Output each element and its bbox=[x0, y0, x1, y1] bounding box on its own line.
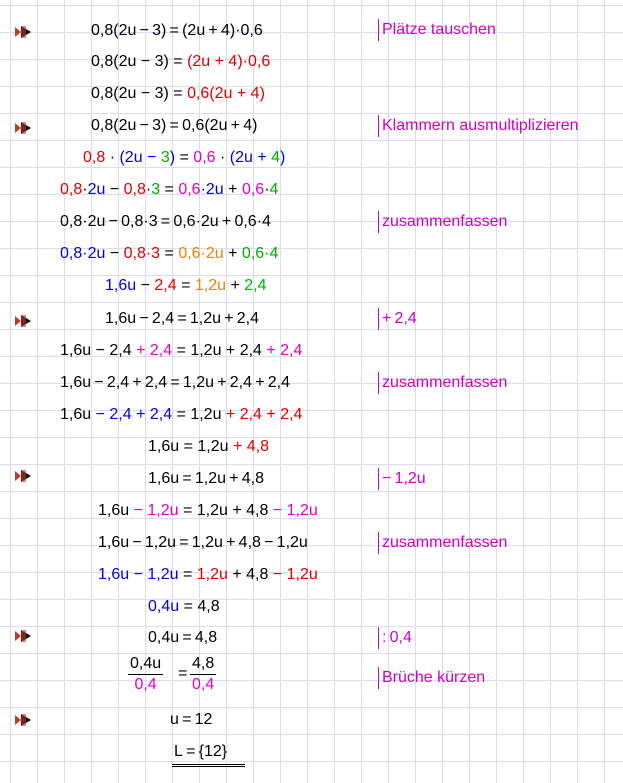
comment-minus-1-2u: − 1,2u bbox=[378, 468, 426, 490]
equation-line-16: 1,6u − 1,2u = 1,2u + 4,8 − 1,2u bbox=[98, 502, 318, 519]
equation-line-1: 0,8(2u − 3) = (2u + 4)·0,6 bbox=[91, 22, 263, 39]
equation-line-12: 1,6u − 2,4 + 2,4 = 1,2u + 2,4 + 2,4 bbox=[60, 374, 290, 391]
evaluate-arrow-icon[interactable] bbox=[13, 628, 37, 644]
equation-line-19: 0,4u = 4,8 bbox=[148, 598, 220, 615]
evaluate-arrow-icon[interactable] bbox=[13, 712, 37, 728]
evaluate-arrow-icon[interactable] bbox=[13, 24, 37, 40]
fraction-left-numerator: 0,4u bbox=[130, 655, 162, 672]
comment-plus-2-4: + 2,4 bbox=[378, 308, 417, 330]
double-underline bbox=[172, 764, 245, 767]
fraction-left: 0,4u 0,4 bbox=[128, 654, 164, 695]
comment-zusammenfassen-2: zusammenfassen bbox=[378, 372, 507, 394]
comment-plaetze-tauschen: Plätze tauschen bbox=[378, 19, 496, 41]
equation-line-9: 1,6u − 2,4 = 1,2u + 2,4 bbox=[105, 277, 267, 294]
fraction-left-denominator: 0,4 bbox=[134, 676, 157, 693]
fraction-equals: = bbox=[178, 665, 188, 682]
solution-set: L = {12} bbox=[174, 743, 228, 760]
evaluate-arrow-icon[interactable] bbox=[13, 468, 37, 484]
equation-line-14: 1,6u = 1,2u + 4,8 bbox=[148, 438, 269, 455]
equation-result: u = 12 bbox=[170, 711, 213, 728]
equation-line-10: 1,6u − 2,4 = 1,2u + 2,4 bbox=[105, 310, 260, 327]
equation-line-7: 0,8·2u − 0,8·3 = 0,6·2u + 0,6·4 bbox=[60, 213, 271, 230]
equation-line-15: 1,6u = 1,2u + 4,8 bbox=[148, 470, 265, 487]
equation-line-20: 0,4u = 4,8 bbox=[148, 629, 218, 646]
equation-line-5: 0,8 · (2u − 3) = 0,6 · (2u + 4) bbox=[83, 149, 286, 166]
equation-line-13: 1,6u − 2,4 + 2,4 = 1,2u + 2,4 + 2,4 bbox=[60, 406, 303, 423]
comment-zusammenfassen-3: zusammenfassen bbox=[378, 532, 507, 554]
equation-line-18: 1,6u − 1,2u = 1,2u + 4,8 − 1,2u bbox=[98, 566, 318, 583]
equation-line-8: 0,8·2u − 0,8·3 = 0,6·2u + 0,6·4 bbox=[60, 245, 279, 262]
fraction-right: 4,8 0,4 bbox=[190, 654, 217, 695]
equation-line-6: 0,8·2u − 0,8·3 = 0,6·2u + 0,6·4 bbox=[60, 181, 279, 198]
equation-line-4: 0,8(2u − 3) = 0,6(2u + 4) bbox=[91, 117, 258, 134]
equation-line-17: 1,6u − 1,2u = 1,2u + 4,8 − 1,2u bbox=[98, 534, 308, 551]
evaluate-arrow-icon[interactable] bbox=[13, 120, 37, 136]
evaluate-arrow-icon[interactable] bbox=[13, 313, 37, 329]
equation-line-11: 1,6u − 2,4 + 2,4 = 1,2u + 2,4 + 2,4 bbox=[60, 342, 303, 359]
comment-klammern: Klammern ausmultiplizieren bbox=[378, 115, 579, 137]
equation-line-2: 0,8(2u − 3) = (2u + 4)·0,6 bbox=[91, 53, 271, 70]
comment-div-0-4: : 0,4 bbox=[378, 627, 412, 649]
comment-zusammenfassen-1: zusammenfassen bbox=[378, 211, 507, 233]
fraction-right-denominator: 0,4 bbox=[192, 676, 215, 693]
fraction-right-numerator: 4,8 bbox=[192, 655, 215, 672]
comment-brueche-kuerzen: Brüche kürzen bbox=[378, 667, 485, 689]
equation-line-3: 0,8(2u − 3) = 0,6(2u + 4) bbox=[91, 85, 265, 102]
